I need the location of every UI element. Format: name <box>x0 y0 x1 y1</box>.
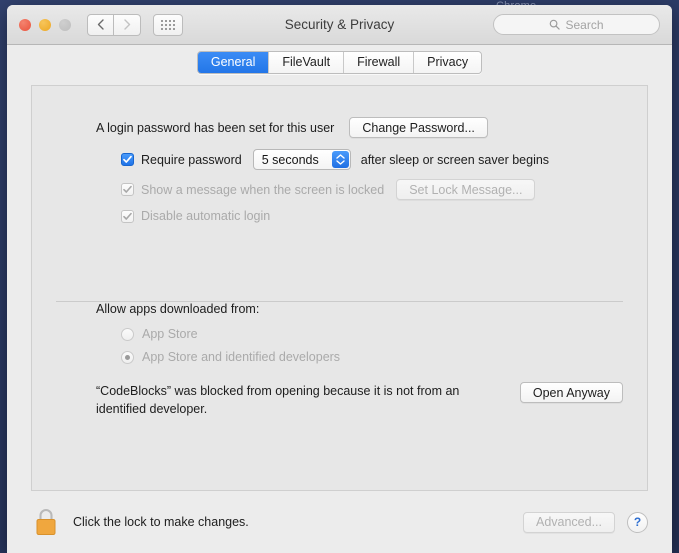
search-field[interactable]: Search <box>493 14 660 35</box>
radio-app-store-label: App Store <box>142 327 198 341</box>
checkmark-icon <box>123 212 132 220</box>
require-password-row: Require password 5 seconds after sleep o… <box>32 149 647 170</box>
security-privacy-window: Security & Privacy Search General FileVa… <box>7 5 672 553</box>
require-password-suffix: after sleep or screen saver begins <box>360 152 550 167</box>
show-all-grid-icon <box>161 19 175 30</box>
general-pane: A login password has been set for this u… <box>31 85 648 491</box>
window-footer: Click the lock to make changes. Advanced… <box>7 491 672 553</box>
show-lock-message-checkbox <box>121 183 134 196</box>
blocked-app-notice: “CodeBlocks” was blocked from opening be… <box>96 384 460 417</box>
show-all-button[interactable] <box>153 13 183 36</box>
advanced-button: Advanced... <box>522 511 615 533</box>
login-password-row: A login password has been set for this u… <box>32 117 647 138</box>
password-delay-dropdown[interactable]: 5 seconds <box>252 149 351 170</box>
tab-privacy[interactable]: Privacy <box>413 51 482 73</box>
login-password-status: A login password has been set for this u… <box>96 120 335 135</box>
password-delay-value: 5 seconds <box>261 152 319 167</box>
maximize-button <box>59 18 71 31</box>
search-placeholder: Search <box>565 17 604 32</box>
radio-selected-dot <box>125 354 130 360</box>
radio-identified-developers <box>121 350 134 364</box>
lock-button[interactable] <box>31 507 61 537</box>
disable-auto-login-label: Disable automatic login <box>141 209 271 223</box>
open-anyway-button[interactable]: Open Anyway <box>519 382 623 403</box>
blocked-notice-row: “CodeBlocks” was blocked from opening be… <box>32 382 647 418</box>
set-lock-message-button: Set Lock Message... <box>396 179 536 200</box>
allow-apps-option-identified-developers: App Store and identified developers <box>32 350 647 364</box>
radio-identified-developers-label: App Store and identified developers <box>142 350 341 364</box>
allow-apps-heading: Allow apps downloaded from: <box>96 302 260 316</box>
forward-button <box>114 13 141 36</box>
search-icon <box>550 19 561 30</box>
chevron-down-icon <box>336 160 345 165</box>
chevron-up-icon <box>336 154 345 159</box>
traffic-light-group <box>19 18 71 31</box>
close-button[interactable] <box>19 18 31 31</box>
footer-actions: Advanced... ? <box>522 511 648 533</box>
allow-apps-option-appstore: App Store <box>32 327 647 341</box>
chevron-left-icon <box>97 19 104 30</box>
back-button[interactable] <box>87 13 114 36</box>
allow-apps-heading-row: Allow apps downloaded from: <box>32 302 647 316</box>
require-password-checkbox[interactable] <box>121 153 134 166</box>
disable-auto-login-checkbox <box>121 209 134 223</box>
password-delay-stepper[interactable] <box>331 151 349 168</box>
disable-auto-login-row: Disable automatic login <box>32 209 647 223</box>
tab-general[interactable]: General <box>197 51 269 73</box>
tab-firewall[interactable]: Firewall <box>343 51 414 73</box>
change-password-button[interactable]: Change Password... <box>349 117 488 138</box>
checkmark-icon <box>123 155 132 163</box>
help-button[interactable]: ? <box>627 511 648 533</box>
navigation-buttons <box>87 13 141 36</box>
window-titlebar: Security & Privacy Search <box>7 5 672 45</box>
minimize-button[interactable] <box>39 18 51 31</box>
lock-closed-icon <box>36 509 56 535</box>
section-divider <box>56 301 623 302</box>
tab-bar: General FileVault Firewall Privacy <box>7 45 672 79</box>
checkmark-icon <box>123 185 132 193</box>
require-password-label: Require password <box>141 152 242 167</box>
lock-message: Click the lock to make changes. <box>73 515 249 529</box>
show-lock-message-row: Show a message when the screen is locked… <box>32 179 647 200</box>
show-lock-message-label: Show a message when the screen is locked <box>141 182 385 197</box>
chevron-right-icon <box>123 19 130 30</box>
tab-filevault[interactable]: FileVault <box>268 51 344 73</box>
radio-app-store <box>121 327 134 341</box>
